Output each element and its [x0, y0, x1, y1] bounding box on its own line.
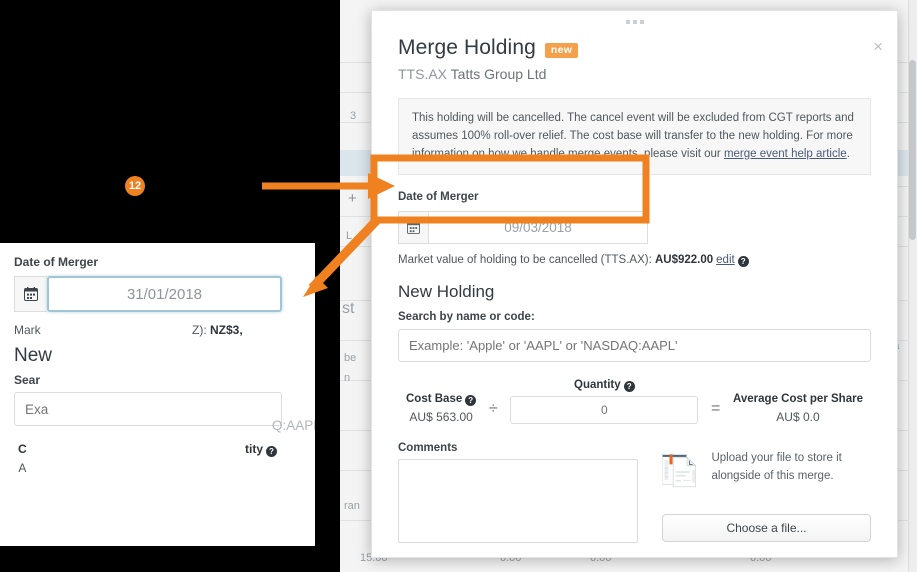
question-mark-icon[interactable]: ?: [737, 256, 749, 268]
market-value-amount: AU$922.00: [654, 254, 714, 267]
search-label: Search by name or code:: [398, 311, 535, 324]
status-badge: new: [544, 42, 579, 58]
question-mark-icon[interactable]: ?: [266, 446, 277, 457]
merge-help-link[interactable]: merge event help article: [724, 148, 847, 160]
calendar-icon[interactable]: [398, 211, 428, 245]
inset-market-amount: NZ$3,: [210, 323, 243, 337]
page-scrollbar[interactable]: [908, 0, 917, 572]
question-mark-icon[interactable]: ?: [623, 381, 635, 393]
market-value-prefix: Market value of holding to be cancelled …: [398, 254, 655, 267]
modal-title-text: Merge Holding: [398, 36, 536, 59]
market-value-line: Market value of holding to be cancelled …: [398, 254, 871, 268]
inset-date-of-merger-label: Date of Merger: [14, 255, 99, 269]
inset-calculator-row: C A tity?: [14, 442, 301, 475]
choose-file-button[interactable]: Choose a file...: [662, 514, 871, 543]
cost-calculator-row: Cost Base? AU$ 563.00 ÷ Quantity? = Aver…: [398, 379, 871, 425]
cost-base-block: Cost Base? AU$ 563.00: [406, 393, 477, 425]
quantity-input[interactable]: [510, 396, 699, 425]
drag-dots-icon[interactable]: [625, 20, 644, 24]
cost-base-label-text: Cost Base: [406, 393, 463, 406]
search-input[interactable]: [398, 329, 871, 363]
comments-textarea[interactable]: [398, 459, 638, 544]
equals-symbol: =: [711, 400, 721, 418]
question-mark-icon[interactable]: ?: [465, 395, 477, 407]
upload-block: Upload your file to store it alongside o…: [662, 442, 871, 548]
close-icon[interactable]: ×: [873, 38, 883, 55]
inset-search-input[interactable]: [14, 392, 282, 426]
date-of-merger-input[interactable]: [428, 211, 648, 245]
market-value-edit-link[interactable]: edit: [716, 254, 735, 266]
holding-company: Tatts Group Ltd: [450, 66, 547, 82]
inset-search-label: Sear: [14, 373, 41, 387]
holding-subtitle: TTS.AX Tatts Group Ltd: [398, 66, 871, 82]
merge-notice: This holding will be cancelled. The canc…: [398, 98, 871, 176]
inset-cost-base-block: C A: [18, 442, 27, 475]
inset-cost-base-label: C: [18, 442, 27, 456]
quantity-block: Quantity?: [510, 379, 699, 425]
date-of-merger-label: Date of Merger: [398, 191, 479, 204]
screenshot-root: 3 + L st be n ran 3 + um nt oda ry lia C…: [0, 0, 917, 572]
inset-quantity-label-text: tity: [245, 442, 263, 456]
calendar-icon[interactable]: [14, 276, 47, 312]
quantity-label-text: Quantity: [574, 379, 621, 392]
inset-market-suffix: Z):: [192, 323, 211, 337]
inset-quantity-label: tity?: [245, 442, 277, 475]
page-scrollbar-thumb[interactable]: [909, 60, 916, 240]
inset-market-prefix: Mark: [14, 323, 41, 337]
cost-base-label: Cost Base?: [406, 393, 477, 407]
average-cost-value: AU$ 0.0: [776, 410, 820, 425]
holding-code: TTS.AX: [398, 66, 448, 82]
comments-label: Comments: [398, 442, 458, 455]
average-cost-label: Average Cost per Share: [733, 393, 863, 406]
inset-date-of-merger-field: [14, 276, 282, 312]
quantity-label: Quantity?: [510, 379, 698, 393]
step-badge: 12: [125, 176, 145, 196]
divide-symbol: ÷: [488, 400, 498, 418]
cost-base-value: AU$ 563.00: [409, 410, 473, 425]
inset-date-of-merger-input[interactable]: [47, 276, 282, 312]
zoom-callout-panel: Date of Merger Mark Z): NZ$3, New Sear Q…: [0, 243, 315, 546]
documents-icon: [662, 454, 697, 488]
date-of-merger-field: [398, 211, 648, 245]
inset-market-value-line: Mark Z): NZ$3,: [14, 323, 301, 337]
merge-holding-modal: × Merge Holding new TTS.AX Tatts Group L…: [371, 10, 898, 558]
comments-block: Comments: [398, 442, 638, 548]
upload-description: Upload your file to store it alongside o…: [711, 452, 842, 482]
page-title: Merge Holding new: [398, 36, 871, 60]
new-holding-title: New Holding: [398, 282, 495, 302]
inset-new-holding-title: New: [14, 345, 53, 366]
inset-cost-base-value: A: [18, 461, 27, 475]
notice-text-2: .: [846, 147, 850, 160]
average-cost-block: Average Cost per Share AU$ 0.0: [733, 393, 863, 424]
inset-search-placeholder-tail: Q:AAPL: [272, 418, 315, 433]
